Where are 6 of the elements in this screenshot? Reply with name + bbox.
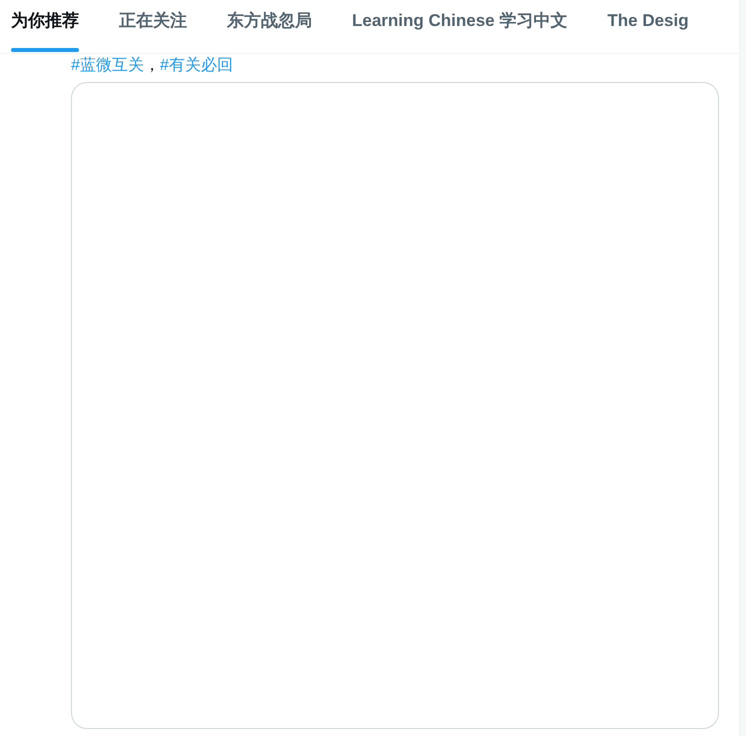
feed-tab[interactable]: 东方战忽局	[227, 0, 312, 53]
separator: ，	[144, 56, 160, 76]
feed-tab[interactable]: The Desig	[607, 0, 689, 53]
feed-tab[interactable]: 正在关注	[119, 0, 187, 53]
feed-tab[interactable]: 为你推荐	[11, 0, 79, 53]
feed-tab[interactable]: Learning Chinese 学习中文	[352, 0, 568, 53]
